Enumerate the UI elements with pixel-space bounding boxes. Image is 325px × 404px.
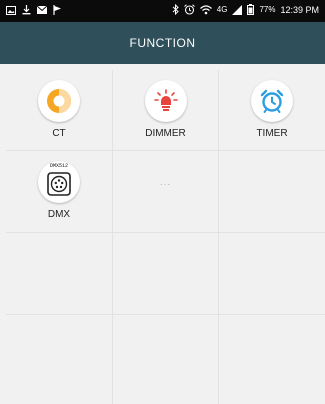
bluetooth-icon <box>172 4 179 15</box>
title-bar: FUNCTION <box>0 22 325 64</box>
status-left-icons <box>6 5 62 15</box>
function-label: TIMER <box>256 128 288 139</box>
status-bar: 4G 77% 12:39 PM <box>0 0 325 22</box>
grid-cell-empty <box>6 315 113 404</box>
alarm-clock-icon <box>260 89 284 113</box>
dimmer-icon-button[interactable] <box>144 80 187 122</box>
dmx-connector-icon <box>47 172 71 196</box>
flag-icon <box>53 5 62 15</box>
grid-cell-empty <box>219 315 325 404</box>
signal-icon <box>232 4 243 15</box>
function-label: CT <box>52 128 66 139</box>
grid-cell-empty <box>219 151 325 233</box>
alarm-icon <box>183 4 195 15</box>
function-grid: CT DIMMER TIMER DMX512 DMX ... <box>0 64 325 404</box>
grid-cell-empty <box>6 233 113 315</box>
function-label: DIMMER <box>145 128 186 139</box>
gallery-icon <box>6 5 16 15</box>
dmx-icon-caption: DMX512 <box>49 163 68 169</box>
function-ct[interactable]: CT <box>6 70 113 151</box>
battery-percent: 77% <box>259 5 276 14</box>
dmx-icon-button[interactable]: DMX512 <box>38 161 80 203</box>
timer-icon-button[interactable] <box>251 80 293 122</box>
function-more[interactable]: ... <box>113 151 219 233</box>
ct-icon-button[interactable] <box>38 80 80 122</box>
download-icon <box>22 5 31 15</box>
function-dmx[interactable]: DMX512 DMX <box>6 151 113 233</box>
mail-icon <box>37 6 47 14</box>
lightbulb-icon <box>153 89 178 111</box>
clock: 12:39 PM <box>280 4 319 15</box>
function-dimmer[interactable]: DIMMER <box>113 70 219 151</box>
function-timer[interactable]: TIMER <box>219 70 325 151</box>
more-icon: ... <box>159 177 172 188</box>
network-type-label: 4G <box>216 5 228 14</box>
status-right-icons: 4G 77% 12:39 PM <box>172 4 319 15</box>
grid-cell-empty <box>113 315 219 404</box>
grid-cell-empty <box>219 233 325 315</box>
page-title: FUNCTION <box>129 36 196 50</box>
color-temperature-icon <box>47 89 71 113</box>
function-label: DMX <box>47 209 71 220</box>
wifi-icon <box>199 4 212 15</box>
grid-cell-empty <box>113 233 219 315</box>
battery-icon <box>247 4 255 15</box>
